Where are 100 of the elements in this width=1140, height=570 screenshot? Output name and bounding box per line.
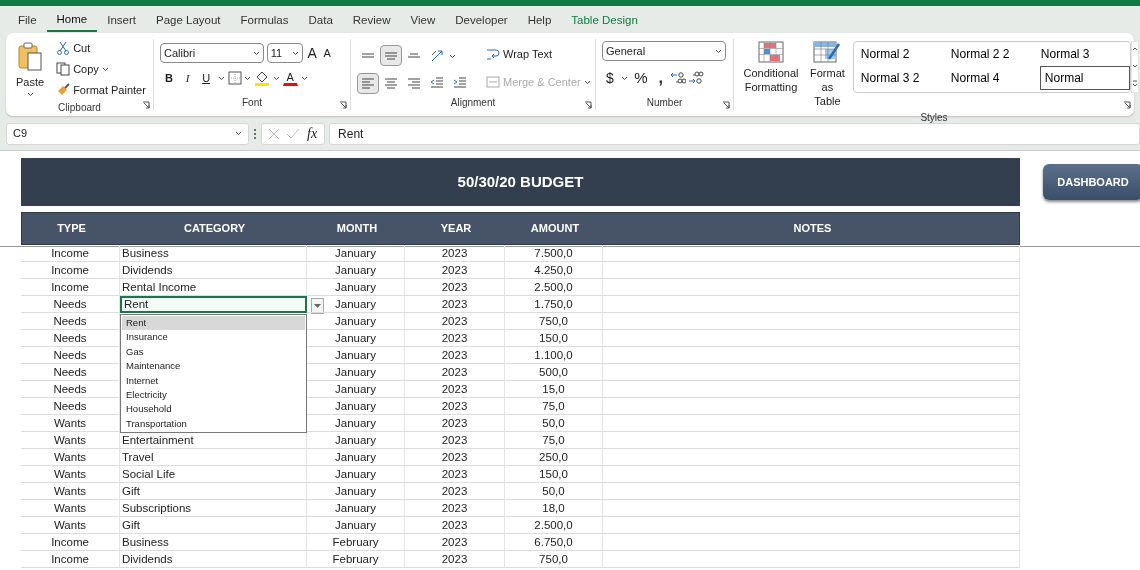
format-as-table-button[interactable]: Format as Table [806,39,849,110]
table-cell: 75,0 [505,398,603,415]
menu-tab[interactable]: Insert [97,8,146,31]
table-cell[interactable]: Business [120,534,307,551]
caret-icon[interactable] [449,53,456,59]
caret-icon[interactable] [26,92,34,97]
table-cell: 2023 [405,449,505,466]
cell-style-item[interactable]: Normal [1039,66,1130,90]
cell-style-item[interactable]: Normal 3 [1039,42,1130,66]
table-cell[interactable]: Dividends [120,551,307,568]
currency-button[interactable]: $ [602,69,618,87]
menu-tab[interactable]: Data [298,8,343,31]
conditional-formatting-button[interactable]: Conditional Formatting [740,39,802,110]
group-label: Clipboard [57,101,102,115]
gallery-scroll-icon[interactable] [1130,41,1139,93]
dropdown-item[interactable]: Internet [122,373,305,389]
font-size-field[interactable]: 11 [266,43,303,63]
sheet-title: 50/30/20 BUDGET [21,158,1020,206]
format-painter-button[interactable]: Format Painter [52,81,150,99]
menu-tab[interactable]: File [8,8,47,31]
table-cell: 2023 [405,500,505,517]
table-brush-icon [813,41,842,63]
formula-field[interactable]: Rent [329,122,1140,145]
insert-function-button[interactable]: fx [306,125,319,142]
caret-icon[interactable] [300,75,308,81]
dashboard-button[interactable]: DASHBOARD [1043,164,1140,200]
align-middle-button[interactable] [380,45,402,66]
align-lines-icon [407,53,421,58]
increase-decimal-icon[interactable] [688,71,705,85]
table-cell: 150,0 [505,330,603,347]
align-left-button[interactable] [357,72,379,94]
paste-button[interactable]: Paste [12,39,49,100]
column-header: YEAR [439,221,473,237]
comma-button[interactable]: , [654,69,667,87]
font-name-field[interactable]: Calibri [160,43,264,63]
font-style-button[interactable]: B [160,69,178,87]
table-cell: January [307,296,405,313]
caret-icon[interactable] [235,131,242,136]
decrease-decimal-icon[interactable] [669,71,686,85]
column-header: TYPE [56,221,87,237]
more-icon[interactable] [253,127,257,140]
table-cell[interactable]: Subscriptions [120,500,307,517]
caret-icon[interactable] [244,75,252,81]
menu-tab[interactable]: View [400,8,446,31]
dialog-launcher-icon[interactable] [142,101,150,109]
dialog-launcher-icon[interactable] [339,101,347,109]
table-cell: 2023 [405,483,505,500]
group-label: Alignment [449,96,497,110]
conditional-format-icon [758,41,784,63]
caret-icon[interactable] [620,75,628,81]
caret-icon[interactable] [101,66,109,72]
font-color-button[interactable]: A [282,70,298,86]
table-cell[interactable]: Gift [120,517,307,534]
name-box[interactable]: C9 [6,122,249,145]
cell-style-item[interactable]: Normal 2 [859,42,950,66]
table-cell[interactable]: Social Life [120,466,307,483]
dropdown-item[interactable]: Maintenance [122,359,305,374]
menu-tab[interactable]: Formulas [230,8,299,31]
check-icon[interactable] [286,127,300,140]
cut-button[interactable]: Cut [52,39,150,57]
menu-tab[interactable]: Page Layout [146,8,231,31]
font-style-button[interactable]: U [197,69,216,87]
menu-tab[interactable]: Review [342,8,401,31]
shrink-font-button[interactable]: A [321,45,333,61]
caret-icon[interactable] [272,75,280,81]
number-format-field[interactable]: General [602,41,726,61]
dialog-launcher-icon[interactable] [1123,101,1131,109]
percent-button[interactable]: % [630,69,652,87]
cell-style-item[interactable]: Normal 4 [949,66,1040,90]
dropdown-item[interactable]: Transportation [122,416,305,432]
dialog-launcher-icon[interactable] [722,101,730,109]
table-cell: 2023 [405,313,505,330]
table-cell[interactable]: Dividends [120,262,307,279]
dropdown-item[interactable]: Electricity [122,388,305,403]
menu-tab[interactable]: Help [517,8,562,31]
table-cell[interactable]: Business [120,245,307,262]
caret-icon [314,304,321,308]
dropdown-item[interactable]: Rent [122,316,305,331]
table-cell: Wants [21,449,120,466]
font-style-button[interactable]: I [180,69,195,87]
table-cell[interactable]: Travel [120,449,307,466]
caret-icon [253,50,260,56]
fill-color-icon[interactable] [254,70,271,86]
cell-style-item[interactable]: Normal 2 2 [949,42,1040,66]
grow-font-button[interactable]: A [305,45,319,61]
dropdown-item[interactable]: Household [122,402,305,417]
dropdown-item[interactable]: Insurance [122,330,305,345]
menu-tab[interactable]: Table Design [561,8,648,31]
dialog-launcher-icon[interactable] [584,101,592,109]
caret-icon[interactable] [217,75,225,81]
cell-style-item[interactable]: Normal 3 2 [859,66,950,90]
table-cell: January [307,466,405,483]
table-cell[interactable]: Gift [120,483,307,500]
wrap-text-button[interactable]: Wrap Text [482,45,595,63]
menu-tab[interactable]: Developer [445,8,518,31]
dropdown-item[interactable]: Gas [122,344,305,360]
table-cell: 50,0 [505,483,603,500]
copy-button[interactable]: Copy [52,60,150,78]
caret-icon [715,48,722,54]
menu-tab[interactable]: Home [46,7,98,32]
